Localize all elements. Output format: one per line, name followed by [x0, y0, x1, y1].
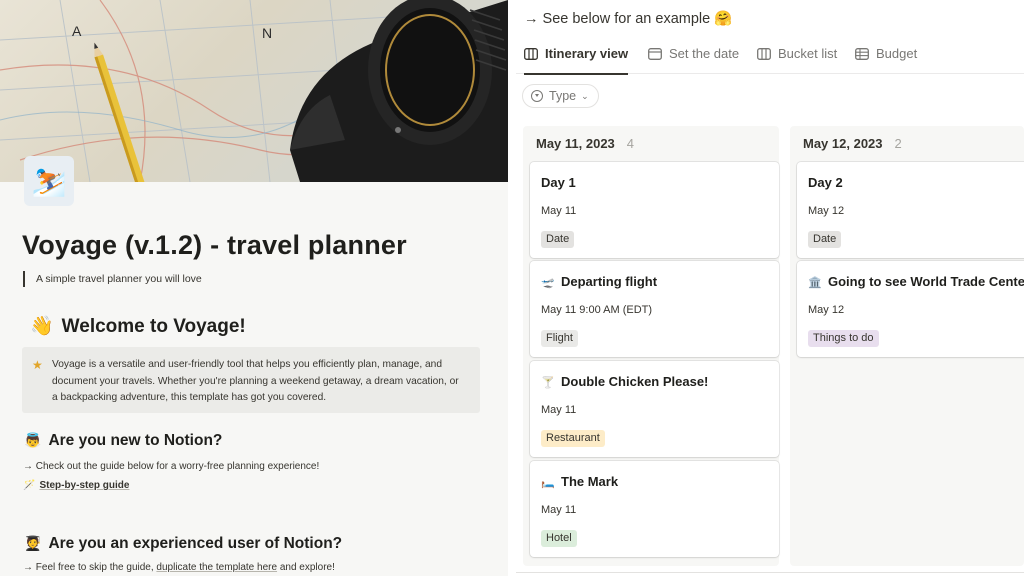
- hugging-face-icon: 🤗: [714, 11, 733, 27]
- card-tag: Restaurant: [541, 430, 605, 447]
- tab-budget[interactable]: Budget: [855, 44, 917, 74]
- tab-label: Budget: [876, 46, 918, 61]
- page-icon-skier[interactable]: ⛷️: [24, 156, 74, 206]
- card-date: May 11: [541, 205, 577, 217]
- itinerary-card[interactable]: Day 1 May 11 Date: [530, 162, 779, 258]
- itinerary-card[interactable]: Day 2 May 12 Date: [797, 162, 1024, 258]
- itinerary-card[interactable]: 🛫 Departing flight May 11 9:00 AM (EDT) F…: [530, 261, 779, 357]
- callout-text: Voyage is a versatile and user-friendly …: [52, 357, 459, 413]
- column-date: May 11, 2023: [536, 136, 615, 151]
- callout-line: a backpacking adventure, this template h…: [52, 392, 327, 403]
- card-date: May 11 9:00 AM (EDT): [541, 304, 653, 316]
- board-icon: [524, 48, 538, 60]
- board-column: May 12, 2023 2 Day 2 May 12 Date 🏛️ Going …: [790, 126, 1024, 566]
- card-tag: Date: [808, 231, 842, 248]
- new-to-notion-heading-text: Are you new to Notion?: [48, 432, 223, 449]
- board-icon: [757, 48, 771, 60]
- card-title: Day 2: [808, 175, 843, 190]
- card-tag: Things to do: [808, 330, 879, 347]
- callout-line: document your travels. Whether you're pl…: [52, 375, 459, 387]
- board-column: May 11, 2023 4 Day 1 May 11 Date 🛫 Departi…: [523, 126, 779, 566]
- star-icon: ★: [32, 358, 43, 372]
- card-tag: Date: [541, 231, 575, 248]
- tab-itinerary-view[interactable]: Itinerary view: [524, 44, 629, 75]
- welcome-heading: 👋 Welcome to Voyage!: [30, 314, 246, 338]
- skip-guide-prefix: → Feel free to skip the guide,: [23, 562, 154, 573]
- divider: [516, 572, 1024, 573]
- tab-set-the-date[interactable]: Set the date: [648, 44, 739, 74]
- skip-guide-text: → Feel free to skip the guide, duplicate…: [23, 562, 335, 573]
- cocktail-icon: 🍸: [541, 377, 555, 389]
- table-icon: [855, 48, 869, 60]
- card-date: May 11: [541, 504, 577, 516]
- card-tag: Hotel: [541, 530, 577, 547]
- guide-link-label: Step-by-step guide: [39, 480, 130, 491]
- itinerary-card[interactable]: 🛏️ The Mark May 11 Hotel: [530, 461, 779, 557]
- experienced-user-heading: 🧑‍🎓 Are you an experienced user of Notion…: [24, 535, 342, 553]
- example-heading: → See below for an example 🤗: [524, 10, 732, 27]
- column-count: 4: [626, 136, 635, 151]
- welcome-heading-text: Welcome to Voyage!: [61, 316, 246, 337]
- card-title: 🛫 Departing flight: [541, 274, 657, 289]
- card-tag: Flight: [541, 330, 578, 347]
- chevron-down-icon: ⌄: [581, 90, 589, 101]
- magic-wand-icon: 🪄: [23, 480, 36, 491]
- tab-label: Itinerary view: [545, 46, 629, 61]
- card-title-text: Double Chicken Please!: [561, 374, 709, 389]
- column-header[interactable]: May 12, 2023 2: [803, 136, 902, 151]
- duplicate-template-link[interactable]: duplicate the template here: [156, 562, 277, 573]
- itinerary-board-panel: → See below for an example 🤗 Itinerary v…: [516, 0, 1024, 576]
- airplane-departure-icon: 🛫: [541, 277, 555, 289]
- map-letter-n: N: [262, 25, 272, 41]
- card-title-text: The Mark: [561, 474, 619, 489]
- card-title: Day 1: [541, 175, 576, 190]
- skip-guide-suffix: and explore!: [279, 562, 335, 573]
- new-to-notion-heading: 👼 Are you new to Notion?: [24, 432, 222, 450]
- card-title: 🍸 Double Chicken Please!: [541, 374, 708, 389]
- card-title: 🛏️ The Mark: [541, 474, 618, 489]
- guide-hint-text: → Check out the guide below for a worry-…: [23, 461, 320, 472]
- card-title-text: Going to see World Trade Center: [828, 274, 1024, 289]
- card-title-text: Departing flight: [561, 274, 658, 289]
- tab-label: Bucket list: [778, 46, 838, 61]
- map-letter-a: A: [72, 23, 82, 39]
- tab-label: Set the date: [669, 46, 740, 61]
- itinerary-card[interactable]: 🍸 Double Chicken Please! May 11 Restauran…: [530, 361, 779, 457]
- cover-image[interactable]: A N: [0, 0, 508, 182]
- subtitle-quote: A simple travel planner you will love: [23, 271, 202, 287]
- page-title: Voyage (v.1.2) - travel planner: [22, 230, 407, 260]
- column-date: May 12, 2023: [803, 136, 883, 151]
- callout-line: Voyage is a versatile and user-friendly …: [52, 359, 443, 370]
- intro-callout: ★ Voyage is a versatile and user-friendl…: [22, 347, 480, 413]
- classical-building-icon: 🏛️: [808, 277, 822, 289]
- calendar-icon: [648, 48, 662, 60]
- example-text: → See below for an example: [524, 11, 711, 27]
- angel-icon: 👼: [24, 432, 42, 448]
- tab-bucket-list[interactable]: Bucket list: [757, 44, 837, 74]
- type-filter-button[interactable]: Type ⌄: [522, 84, 599, 108]
- card-title: 🏛️ Going to see World Trade Center: [808, 274, 1024, 289]
- column-count: 2: [894, 136, 902, 151]
- experienced-user-heading-text: Are you an experienced user of Notion?: [48, 535, 343, 552]
- map-camera-illustration: A N: [0, 0, 508, 182]
- step-by-step-guide-link[interactable]: 🪄 Step-by-step guide: [23, 480, 129, 491]
- waving-hand-icon: 👋: [30, 316, 54, 337]
- filter-label: Type: [549, 89, 577, 103]
- bed-icon: 🛏️: [541, 477, 555, 489]
- filter-icon: [531, 90, 543, 102]
- itinerary-card[interactable]: 🏛️ Going to see World Trade Center May 12…: [797, 261, 1024, 357]
- student-icon: 🧑‍🎓: [24, 535, 42, 551]
- view-tabs: Itinerary view Set the date Bucket list …: [516, 44, 1024, 75]
- card-date: May 11: [541, 404, 577, 416]
- card-date: May 12: [808, 205, 845, 217]
- template-page-panel: A N ⛷️ Voyage (v.1.2) - travel planner A…: [0, 0, 508, 576]
- card-date: May 12: [808, 304, 845, 316]
- column-header[interactable]: May 11, 2023 4: [536, 136, 634, 151]
